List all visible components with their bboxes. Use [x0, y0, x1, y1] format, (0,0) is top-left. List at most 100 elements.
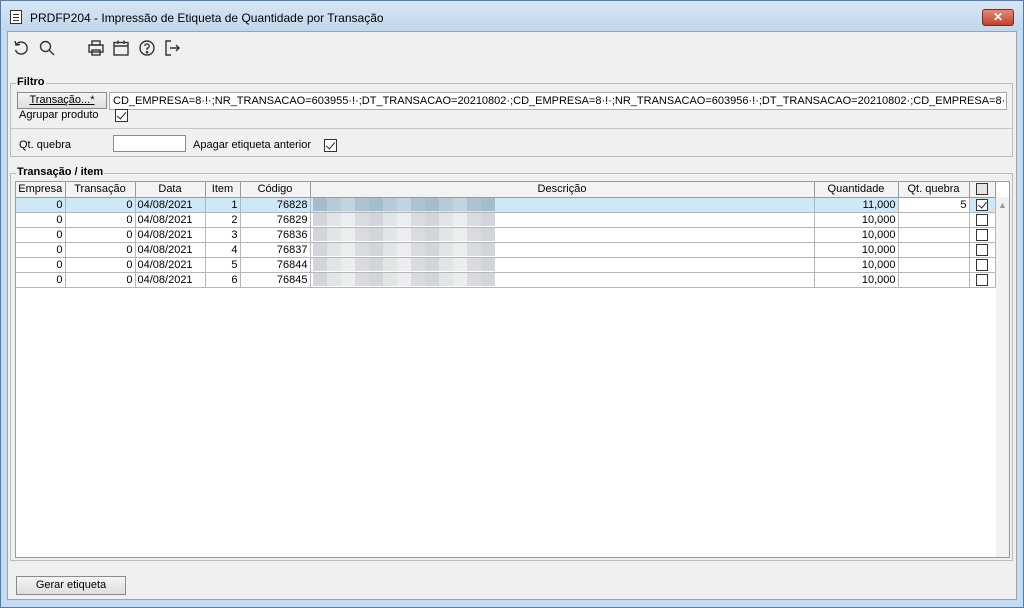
title-bar[interactable]: PRDFP204 - Impressão de Etiqueta de Quan…	[1, 1, 1023, 31]
grid-header-row: Empresa Transação Data Item Código Descr…	[16, 182, 996, 198]
refresh-icon[interactable]	[12, 39, 30, 57]
filter-group: Filtro Transação...* CD_EMPRESA=8·!·;NR_…	[10, 76, 1013, 157]
cell-descricao	[310, 197, 815, 213]
generate-label-button[interactable]: Gerar etiqueta	[16, 576, 126, 595]
cell-empresa: 0	[16, 197, 66, 213]
cell-empresa: 0	[16, 242, 66, 258]
cell-descricao	[310, 242, 815, 258]
search-icon[interactable]	[38, 39, 56, 57]
close-button[interactable]: ✕	[982, 9, 1014, 26]
cell-select[interactable]	[969, 272, 996, 288]
redacted-description	[312, 213, 495, 226]
cell-data: 04/08/2021	[135, 212, 206, 228]
transaction-filter-button[interactable]: Transação...*	[17, 92, 107, 109]
row-select-checkbox[interactable]	[976, 258, 988, 271]
cell-select[interactable]	[969, 257, 996, 273]
col-codigo[interactable]: Código	[240, 182, 311, 198]
cell-qt-quebra[interactable]	[898, 272, 970, 288]
col-item[interactable]: Item	[205, 182, 241, 198]
cell-descricao	[310, 257, 815, 273]
row-select-checkbox[interactable]	[976, 198, 988, 211]
print-icon[interactable]	[87, 39, 105, 57]
cell-empresa: 0	[16, 212, 66, 228]
cell-codigo: 76837	[240, 242, 311, 258]
help-icon[interactable]	[138, 39, 156, 57]
cell-item: 3	[205, 227, 241, 243]
vertical-scrollbar[interactable]: ▲ ▼	[996, 197, 1009, 557]
cell-qt-quebra[interactable]: 5	[898, 197, 970, 213]
cell-data: 04/08/2021	[135, 257, 206, 273]
col-qt-quebra[interactable]: Qt. quebra	[898, 182, 970, 198]
cell-qt-quebra[interactable]	[898, 242, 970, 258]
scroll-up-icon[interactable]: ▲	[996, 199, 1009, 211]
exit-icon[interactable]	[163, 39, 181, 57]
cell-select[interactable]	[969, 212, 996, 228]
group-product-label: Agrupar produto	[19, 109, 99, 121]
row-select-checkbox[interactable]	[976, 213, 988, 226]
select-all-icon[interactable]	[976, 183, 988, 196]
qt-quebra-input[interactable]	[113, 135, 186, 152]
redacted-description	[312, 273, 495, 286]
row-select-checkbox[interactable]	[976, 243, 988, 256]
redacted-description	[312, 258, 495, 271]
group-product-checkbox[interactable]	[115, 109, 128, 122]
cell-codigo: 76845	[240, 272, 311, 288]
transaction-filter-field[interactable]: CD_EMPRESA=8·!·;NR_TRANSACAO=603955·!·;D…	[109, 92, 1007, 110]
document-icon	[10, 10, 22, 24]
cell-item: 5	[205, 257, 241, 273]
cell-data: 04/08/2021	[135, 227, 206, 243]
col-descricao[interactable]: Descrição	[310, 182, 815, 198]
cell-codigo: 76836	[240, 227, 311, 243]
col-data[interactable]: Data	[135, 182, 206, 198]
cell-select[interactable]	[969, 227, 996, 243]
cell-empresa: 0	[16, 227, 66, 243]
transaction-item-grid: Empresa Transação Data Item Código Descr…	[15, 181, 1010, 558]
cell-select[interactable]	[969, 197, 996, 213]
cell-qt-quebra[interactable]	[898, 227, 970, 243]
cell-item: 1	[205, 197, 241, 213]
cell-descricao	[310, 212, 815, 228]
table-row[interactable]: 0 0 04/08/2021 6 76845 10,000	[16, 272, 996, 288]
cell-quantidade: 10,000	[814, 227, 899, 243]
cell-item: 4	[205, 242, 241, 258]
table-row[interactable]: 0 0 04/08/2021 3 76836 10,000	[16, 227, 996, 243]
cell-descricao	[310, 272, 815, 288]
cell-quantidade: 10,000	[814, 272, 899, 288]
transaction-item-group: Transação / item Empresa Transação Data …	[10, 166, 1013, 561]
cell-item: 6	[205, 272, 241, 288]
col-empresa[interactable]: Empresa	[16, 182, 66, 198]
cell-transacao: 0	[65, 272, 136, 288]
table-row[interactable]: 0 0 04/08/2021 5 76844 10,000	[16, 257, 996, 273]
cell-select[interactable]	[969, 242, 996, 258]
clear-previous-checkbox[interactable]	[324, 139, 337, 152]
cell-empresa: 0	[16, 257, 66, 273]
clear-previous-label: Apagar etiqueta anterior	[193, 139, 312, 151]
app-window: PRDFP204 - Impressão de Etiqueta de Quan…	[0, 0, 1024, 608]
redacted-description	[312, 228, 495, 241]
col-transacao[interactable]: Transação	[65, 182, 136, 198]
cell-qt-quebra[interactable]	[898, 257, 970, 273]
table-row[interactable]: 0 0 04/08/2021 1 76828 11,000 5	[16, 197, 996, 213]
cell-qt-quebra[interactable]	[898, 212, 970, 228]
col-select-all[interactable]	[969, 182, 996, 198]
redacted-description	[312, 198, 495, 211]
qt-quebra-label: Qt. quebra	[19, 139, 71, 151]
transaction-filter-button-label: Transação...*	[29, 94, 95, 106]
cell-quantidade: 10,000	[814, 212, 899, 228]
cell-quantidade: 11,000	[814, 197, 899, 213]
cell-data: 04/08/2021	[135, 242, 206, 258]
cell-quantidade: 10,000	[814, 257, 899, 273]
cell-transacao: 0	[65, 227, 136, 243]
row-select-checkbox[interactable]	[976, 228, 988, 241]
cell-item: 2	[205, 212, 241, 228]
col-quantidade[interactable]: Quantidade	[814, 182, 899, 198]
row-select-checkbox[interactable]	[976, 273, 988, 286]
calendar-icon[interactable]	[112, 39, 130, 57]
table-row[interactable]: 0 0 04/08/2021 2 76829 10,000	[16, 212, 996, 228]
window-title: PRDFP204 - Impressão de Etiqueta de Quan…	[30, 11, 384, 25]
cell-empresa: 0	[16, 272, 66, 288]
cell-codigo: 76829	[240, 212, 311, 228]
grid-table: Empresa Transação Data Item Código Descr…	[16, 182, 996, 288]
cell-transacao: 0	[65, 257, 136, 273]
table-row[interactable]: 0 0 04/08/2021 4 76837 10,000	[16, 242, 996, 258]
